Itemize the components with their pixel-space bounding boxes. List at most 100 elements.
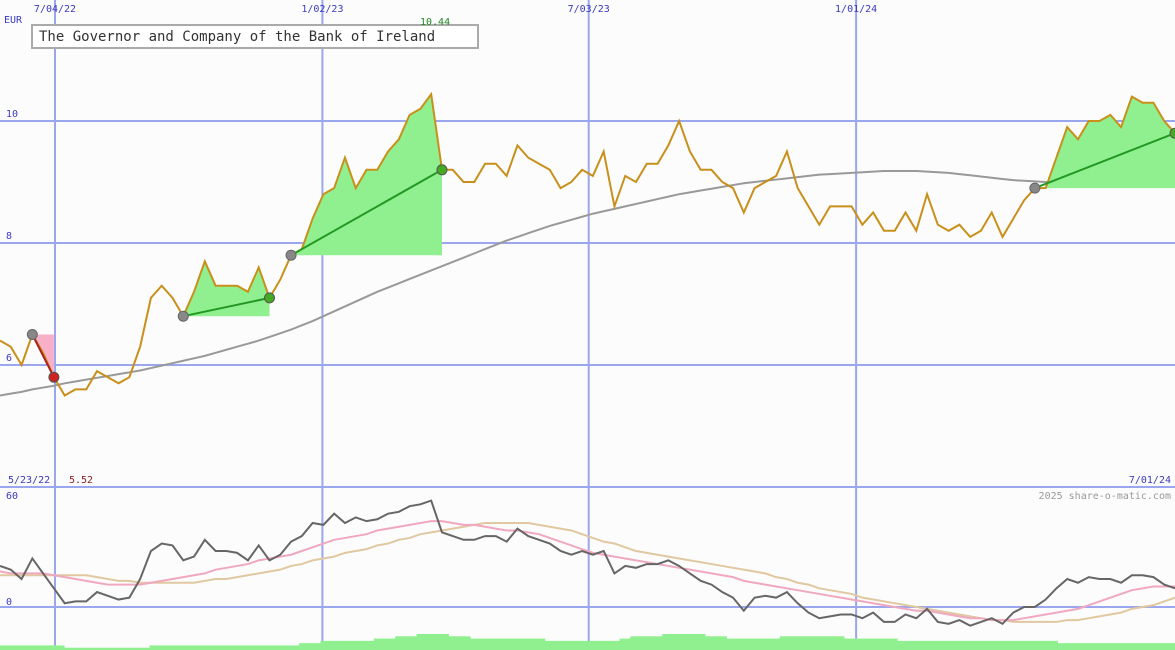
trade-entry-marker-1 <box>177 310 189 322</box>
volume-bar-18 <box>192 645 204 650</box>
y-tick-label-0: 6 <box>6 353 12 364</box>
volume-bar-64 <box>683 634 695 650</box>
volume-bar-51 <box>544 640 556 650</box>
volume-bar-70 <box>747 638 759 650</box>
volume-bar-4 <box>42 645 54 650</box>
volume-bar-45 <box>480 638 492 650</box>
volume-bar-61 <box>651 636 663 650</box>
volume-bar-105 <box>1121 643 1133 650</box>
volume-bar-31 <box>331 640 343 650</box>
volume-bar-1 <box>10 645 22 650</box>
volume-bar-59 <box>630 636 642 650</box>
stock-chart: 7/04/221/02/237/03/231/01/246810600-20 T… <box>0 0 1175 650</box>
volume-bar-32 <box>341 640 353 650</box>
price-layer <box>0 91 1175 397</box>
volume-bar-71 <box>758 638 770 650</box>
volume-bar-46 <box>491 638 503 650</box>
volume-bar-96 <box>1025 640 1037 650</box>
volume-bar-15 <box>160 645 172 650</box>
chart-title: The Governor and Company of the Bank of … <box>39 29 435 45</box>
volume-bar-55 <box>587 640 599 650</box>
min-value-label: 5.52 <box>69 475 93 486</box>
volume-bar-73 <box>779 636 791 650</box>
volume-bar-54 <box>576 640 588 650</box>
volume-bar-14 <box>149 645 161 650</box>
volume-bar-102 <box>1089 643 1101 650</box>
osc-tick-label-0: 60 <box>6 491 18 502</box>
volume-bar-58 <box>619 638 631 650</box>
volume-bar-60 <box>640 636 653 650</box>
volume-bar-50 <box>534 638 546 650</box>
volume-bar-85 <box>907 640 920 650</box>
y-tick-label-2: 10 <box>6 109 18 120</box>
volume-bar-25 <box>267 645 279 650</box>
volume-bar-81 <box>865 638 877 650</box>
volume-bar-2 <box>21 645 33 650</box>
volume-bar-43 <box>459 636 471 650</box>
volume-bar-68 <box>726 638 738 650</box>
volume-bar-106 <box>1132 643 1144 650</box>
chart-root: 7/04/221/02/237/03/231/01/246810600-20 T… <box>0 0 1175 650</box>
volume-bar-20 <box>213 645 225 650</box>
volume-bar-35 <box>373 638 386 650</box>
volume-bar-108 <box>1153 643 1165 650</box>
volume-bar-94 <box>1004 640 1016 650</box>
volume-bar-17 <box>181 645 193 650</box>
trade-exit-marker-0 <box>48 371 60 383</box>
volume-bar-98 <box>1046 640 1058 650</box>
volume-bar-40 <box>427 634 439 650</box>
volume-bar-101 <box>1078 643 1091 650</box>
x-tick-label-3: 1/01/24 <box>835 4 877 15</box>
volume-bar-39 <box>416 634 428 650</box>
y-tick-label-1: 8 <box>6 231 12 242</box>
volume-bar-66 <box>705 636 717 650</box>
volume-bar-91 <box>972 640 984 650</box>
volume-bar-107 <box>1142 643 1155 650</box>
x-tick-label-2: 7/03/23 <box>568 4 610 15</box>
volume-bar-33 <box>352 640 364 650</box>
volume-bar-99 <box>1057 643 1069 650</box>
volume-bar-57 <box>608 640 621 650</box>
volume-bar-103 <box>1100 643 1112 650</box>
volume-bar-19 <box>202 645 215 650</box>
volume-bar-37 <box>395 636 407 650</box>
volume-bar-84 <box>897 640 909 650</box>
volume-bar-67 <box>715 636 727 650</box>
currency-label: EUR <box>4 15 23 26</box>
watermark: 2025 share-o-matic.com <box>1039 491 1171 502</box>
volume-bar-34 <box>363 640 375 650</box>
volume-bar-100 <box>1068 643 1080 650</box>
x-tick-label-1: 1/02/23 <box>301 4 343 15</box>
volume-bar-5 <box>53 645 65 650</box>
volume-bar-83 <box>886 638 898 650</box>
max-value-label: 10.44 <box>420 17 450 28</box>
volume-bar-29 <box>309 643 321 650</box>
volume-bar-21 <box>224 645 236 650</box>
range-end-label: 7/01/24 <box>1129 475 1171 486</box>
volume-bar-28 <box>299 643 311 650</box>
trade-marker-layer <box>26 127 1175 383</box>
volume-bar-26 <box>277 645 289 650</box>
volume-bar-16 <box>170 645 183 650</box>
volume-bar-53 <box>566 640 578 650</box>
volume-bar-80 <box>854 638 866 650</box>
volume-bar-89 <box>950 640 962 650</box>
label-layer: 7/04/221/02/237/03/231/01/246810600-20 <box>6 4 877 608</box>
volume-bar-87 <box>929 640 941 650</box>
trade-entry-marker-2 <box>285 249 297 261</box>
price-line <box>0 91 1175 397</box>
osc-tick-label-1: 0 <box>6 597 12 608</box>
volume-bar-95 <box>1014 640 1026 650</box>
volume-bar-3 <box>32 645 44 650</box>
volume-bar-76 <box>811 636 823 650</box>
volume-bar-23 <box>245 645 257 650</box>
volume-bar-79 <box>843 638 856 650</box>
volume-bar-72 <box>769 638 781 650</box>
volume-bar-30 <box>320 640 332 650</box>
trade-entry-marker-0 <box>26 329 38 340</box>
trade-exit-marker-2 <box>436 164 448 176</box>
volume-bar-82 <box>875 638 888 650</box>
range-start-label: 5/23/22 <box>8 475 50 486</box>
volume-bar-75 <box>801 636 813 650</box>
volume-bar-42 <box>448 636 460 650</box>
